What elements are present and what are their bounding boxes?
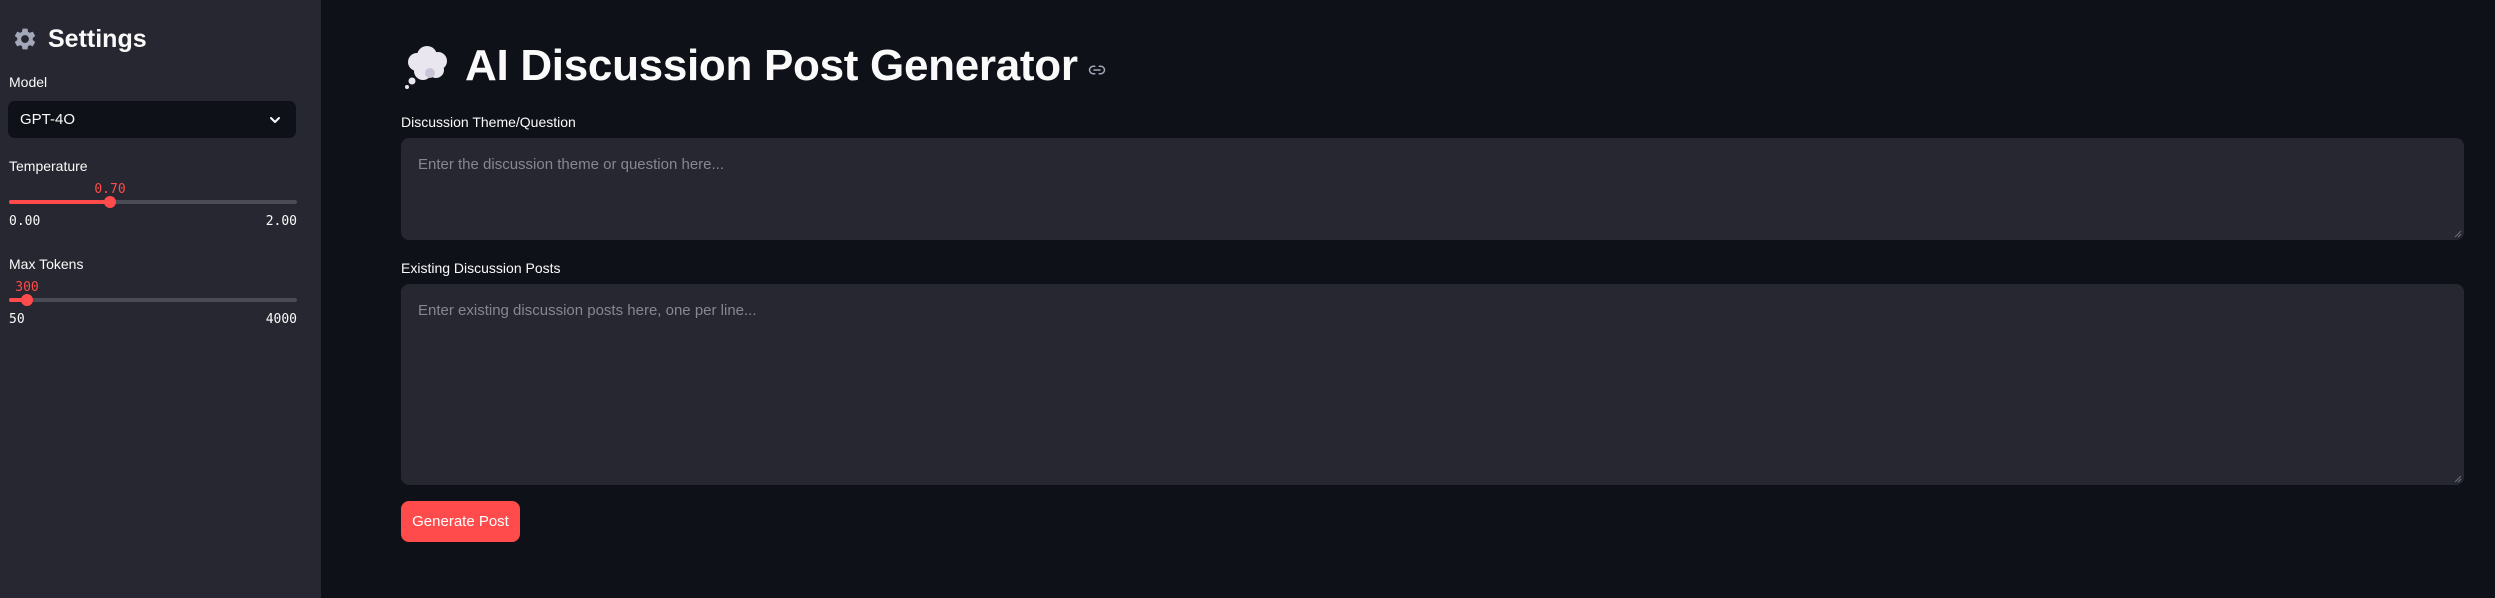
thought-balloon-icon <box>403 42 451 90</box>
slider-max-value: 4000 <box>265 312 297 327</box>
resize-handle-icon[interactable] <box>2452 473 2462 483</box>
sidebar-title: Settings <box>48 24 147 53</box>
slider-thumb[interactable] <box>21 294 33 306</box>
slider-min-value: 0.00 <box>9 214 41 229</box>
slider-max-value: 2.00 <box>265 214 297 229</box>
posts-field-label: Existing Discussion Posts <box>401 260 561 276</box>
slider-track <box>9 298 297 302</box>
resize-handle-icon[interactable] <box>2452 228 2462 238</box>
slider-min-value: 50 <box>9 312 25 327</box>
app-window: Settings Model GPT-4O Temperature 0.70 0… <box>0 0 2495 598</box>
model-label: Model <box>9 74 48 90</box>
model-select[interactable]: GPT-4O <box>8 101 296 138</box>
gear-icon <box>12 26 38 52</box>
page-title: AI Discussion Post Generator <box>403 38 1106 94</box>
sidebar: Settings Model GPT-4O Temperature 0.70 0… <box>0 0 321 598</box>
theme-textarea[interactable]: Enter the discussion theme or question h… <box>401 138 2464 240</box>
temperature-slider[interactable]: 0.70 0.00 2.00 <box>9 182 297 229</box>
link-icon[interactable] <box>1088 61 1106 79</box>
slider-fill <box>9 200 110 204</box>
theme-textarea-placeholder: Enter the discussion theme or question h… <box>418 156 725 173</box>
max-tokens-label: Max Tokens <box>9 256 84 272</box>
theme-field-label: Discussion Theme/Question <box>401 114 576 130</box>
posts-textarea-placeholder: Enter existing discussion posts here, on… <box>418 302 757 319</box>
max-tokens-slider[interactable]: 300 50 4000 <box>9 280 297 327</box>
slider-thumb[interactable] <box>104 196 116 208</box>
temperature-label: Temperature <box>9 158 88 174</box>
sidebar-header: Settings <box>12 24 147 54</box>
chevron-down-icon <box>268 113 282 127</box>
slider-current-value: 0.70 <box>94 182 126 197</box>
generate-post-button[interactable]: Generate Post <box>401 501 520 542</box>
page-title-text: AI Discussion Post Generator <box>465 41 1078 90</box>
model-select-value: GPT-4O <box>20 111 76 128</box>
posts-textarea[interactable]: Enter existing discussion posts here, on… <box>401 284 2464 485</box>
slider-current-value: 300 <box>15 280 39 295</box>
main-content: AI Discussion Post Generator Discussion … <box>321 0 2495 598</box>
